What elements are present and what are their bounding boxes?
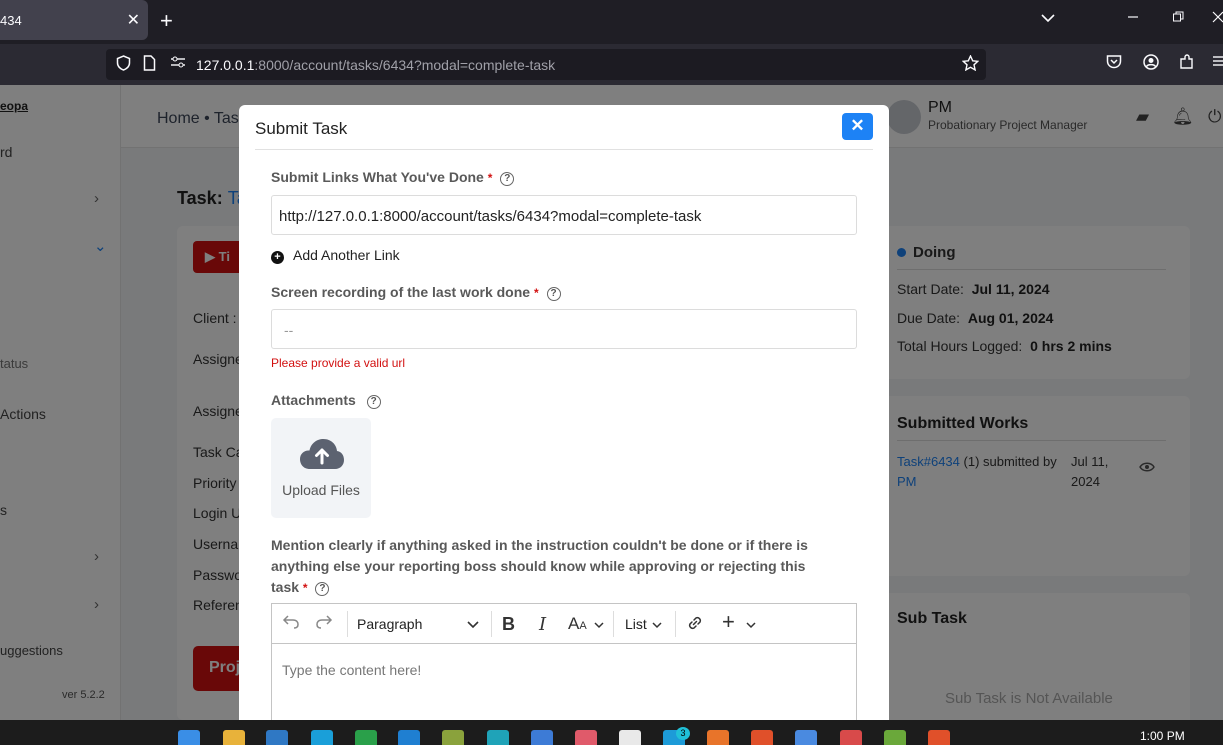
mention-label: Mention clearly if anything asked in the… bbox=[271, 535, 831, 599]
editor-content[interactable]: Type the content here! bbox=[282, 662, 421, 678]
chevron-down-icon[interactable] bbox=[467, 614, 479, 634]
app-icon[interactable] bbox=[311, 730, 333, 745]
browser-tab-bar: 434 ✕ + bbox=[0, 0, 1223, 44]
chevron-down-icon[interactable] bbox=[652, 614, 662, 634]
url-text[interactable]: 127.0.0.1:8000/account/tasks/6434?modal=… bbox=[196, 57, 555, 73]
modal-close-button[interactable]: ✕ bbox=[842, 113, 873, 140]
tab-list-chevron-icon[interactable] bbox=[1041, 10, 1055, 28]
bold-icon[interactable]: B bbox=[502, 614, 515, 635]
notification-badge: 3 bbox=[676, 727, 690, 740]
pocket-icon[interactable] bbox=[1106, 54, 1122, 73]
links-input[interactable]: http://127.0.0.1:8000/account/tasks/6434… bbox=[271, 195, 857, 235]
taskbar-clock: 1:00 PM bbox=[1140, 729, 1185, 743]
new-tab-button[interactable]: + bbox=[160, 8, 173, 34]
rich-text-editor: Paragraph B I AA List + Type the content… bbox=[271, 603, 857, 720]
required-mark: * bbox=[533, 286, 539, 300]
attachments-label-text: Attachments bbox=[271, 392, 356, 408]
close-window-icon[interactable] bbox=[1212, 10, 1223, 28]
app-icon[interactable] bbox=[531, 730, 553, 745]
os-taskbar: 3 1:00 PM bbox=[0, 720, 1223, 745]
menu-icon[interactable] bbox=[1213, 54, 1223, 71]
required-mark: * bbox=[487, 171, 493, 185]
help-icon[interactable]: ? bbox=[546, 287, 561, 301]
modal-title: Submit Task bbox=[255, 119, 348, 138]
attachments-label: Attachments ? bbox=[271, 392, 381, 409]
app-icon[interactable] bbox=[355, 730, 377, 745]
paragraph-dropdown[interactable]: Paragraph bbox=[357, 616, 422, 632]
recording-label: Screen recording of the last work done *… bbox=[271, 284, 561, 301]
browser-tab[interactable]: 434 ✕ bbox=[0, 0, 148, 40]
browser-nav-bar: 127.0.0.1:8000/account/tasks/6434?modal=… bbox=[0, 44, 1223, 85]
restore-icon[interactable] bbox=[1172, 10, 1184, 28]
toolbar-separator bbox=[347, 611, 348, 637]
chevron-down-icon[interactable] bbox=[594, 614, 604, 634]
submit-task-modal: Submit Task ✕ Submit Links What You've D… bbox=[239, 105, 889, 720]
help-icon[interactable]: ? bbox=[315, 582, 330, 596]
recording-error: Please provide a valid url bbox=[271, 356, 406, 370]
extensions-icon[interactable] bbox=[1179, 54, 1195, 74]
plus-circle-icon: + bbox=[271, 251, 284, 264]
toolbar-separator bbox=[675, 611, 676, 637]
app-icon[interactable] bbox=[442, 730, 464, 745]
insert-plus-icon[interactable]: + bbox=[722, 609, 735, 635]
help-icon[interactable]: ? bbox=[500, 172, 515, 186]
page-icon[interactable] bbox=[143, 55, 156, 75]
list-dropdown[interactable]: List bbox=[625, 616, 647, 632]
mention-label-text: Mention clearly if anything asked in the… bbox=[271, 537, 808, 595]
links-label: Submit Links What You've Done * ? bbox=[271, 169, 515, 186]
brave-icon[interactable] bbox=[928, 730, 950, 745]
recording-label-text: Screen recording of the last work done bbox=[271, 284, 531, 300]
url-bar[interactable]: 127.0.0.1:8000/account/tasks/6434?modal=… bbox=[106, 49, 986, 80]
redo-icon[interactable] bbox=[315, 614, 333, 634]
help-icon[interactable]: ? bbox=[366, 395, 381, 409]
app-icon[interactable] bbox=[884, 730, 906, 745]
link-icon[interactable] bbox=[686, 614, 704, 637]
brave-icon[interactable] bbox=[751, 730, 773, 745]
recording-input[interactable]: -- bbox=[271, 309, 857, 349]
editor-toolbar: Paragraph B I AA List + bbox=[272, 604, 856, 644]
tab-close-icon[interactable]: ✕ bbox=[127, 10, 140, 30]
chevron-down-icon[interactable] bbox=[746, 614, 756, 634]
font-size-icon[interactable]: AA bbox=[568, 614, 587, 634]
add-another-link-button[interactable]: + Add Another Link bbox=[271, 247, 400, 264]
permissions-icon[interactable] bbox=[170, 55, 186, 73]
toolbar-separator bbox=[613, 611, 614, 637]
modal-divider bbox=[255, 149, 873, 150]
url-host: 127.0.0.1 bbox=[196, 57, 255, 73]
file-explorer-icon[interactable] bbox=[223, 730, 245, 745]
upload-files-label: Upload Files bbox=[282, 482, 360, 498]
app-icon[interactable] bbox=[619, 730, 641, 745]
url-path: :8000/account/tasks/6434?modal=complete-… bbox=[254, 57, 556, 73]
app-icon[interactable] bbox=[840, 730, 862, 745]
undo-icon[interactable] bbox=[282, 614, 300, 634]
links-label-text: Submit Links What You've Done bbox=[271, 169, 484, 185]
shield-icon[interactable] bbox=[116, 55, 131, 75]
italic-icon[interactable]: I bbox=[539, 614, 546, 635]
chrome-icon[interactable] bbox=[795, 730, 817, 745]
tab-title: 434 bbox=[0, 13, 22, 28]
app-icon[interactable] bbox=[575, 730, 597, 745]
bookmark-star-icon[interactable] bbox=[961, 54, 980, 75]
toolbar-separator bbox=[491, 611, 492, 637]
account-icon[interactable] bbox=[1143, 54, 1159, 74]
start-menu-icon[interactable] bbox=[178, 730, 200, 745]
required-mark: * bbox=[302, 581, 308, 595]
upload-files-button[interactable]: Upload Files bbox=[271, 418, 371, 518]
cloud-upload-icon bbox=[299, 438, 345, 473]
app-icon[interactable] bbox=[266, 730, 288, 745]
minimize-icon[interactable] bbox=[1127, 10, 1139, 28]
edge-icon[interactable] bbox=[487, 730, 509, 745]
firefox-icon[interactable] bbox=[707, 730, 729, 745]
add-another-link-label: Add Another Link bbox=[293, 247, 400, 263]
vscode-icon[interactable] bbox=[398, 730, 420, 745]
